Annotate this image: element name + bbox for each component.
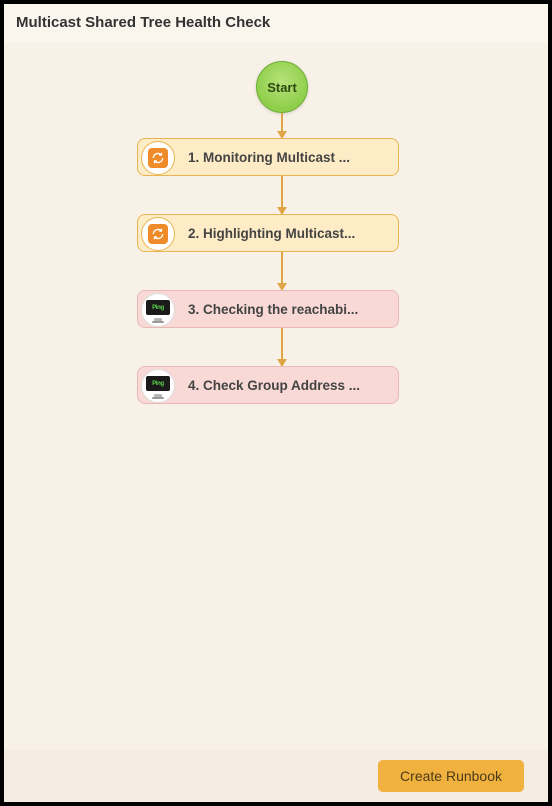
page-title: Multicast Shared Tree Health Check: [4, 4, 548, 43]
flow-arrow: [281, 252, 283, 290]
flow-step-1[interactable]: 1. Monitoring Multicast ...: [137, 138, 399, 176]
flow-arrow: [281, 113, 283, 138]
flow-step-3[interactable]: Ping 3. Checking the reachabi...: [137, 290, 399, 328]
flow-step-4[interactable]: Ping 4. Check Group Address ...: [137, 366, 399, 404]
start-label: Start: [267, 80, 297, 95]
refresh-icon: [141, 217, 175, 251]
flow-arrow: [281, 328, 283, 366]
ping-monitor-icon: Ping: [141, 369, 175, 403]
ping-badge: Ping: [152, 305, 164, 311]
step-label: 1. Monitoring Multicast ...: [188, 150, 350, 165]
create-runbook-button[interactable]: Create Runbook: [378, 760, 524, 792]
flow-step-2[interactable]: 2. Highlighting Multicast...: [137, 214, 399, 252]
refresh-icon: [141, 141, 175, 175]
step-label: 3. Checking the reachabi...: [188, 302, 358, 317]
step-label: 2. Highlighting Multicast...: [188, 226, 355, 241]
start-node[interactable]: Start: [256, 61, 308, 113]
flow-canvas: Start 1. Monitoring Multicast ... 2. Hig…: [4, 43, 548, 802]
ping-monitor-icon: Ping: [141, 293, 175, 327]
app-frame: Multicast Shared Tree Health Check Start…: [4, 4, 548, 802]
step-label: 4. Check Group Address ...: [188, 378, 360, 393]
flow-arrow: [281, 176, 283, 214]
footer-bar: Create Runbook: [4, 750, 548, 802]
ping-badge: Ping: [152, 381, 164, 387]
